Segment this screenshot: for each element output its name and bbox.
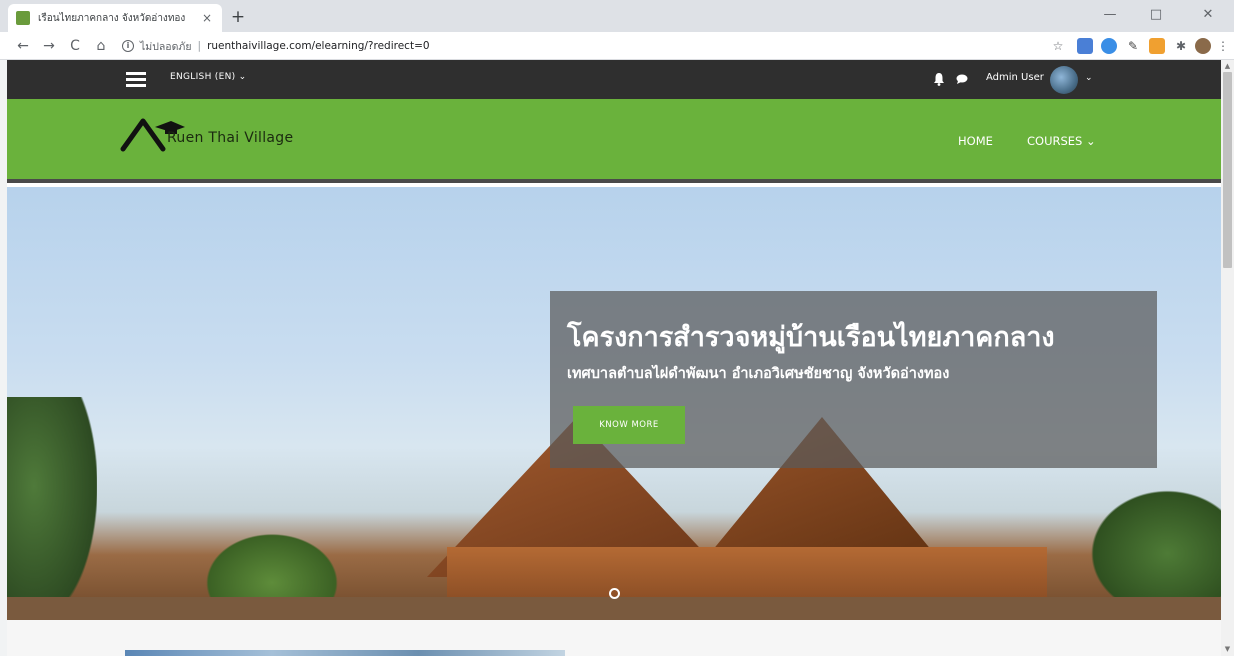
messages-icon[interactable] xyxy=(956,74,968,84)
hero-title: โครงการสำรวจหมู่บ้านเรือนไทยภาคกลาง xyxy=(567,322,1055,353)
bookmark-star-icon[interactable]: ☆ xyxy=(1050,38,1066,54)
site-topbar: ENGLISH (EN) ⌄ Admin User ⌄ xyxy=(7,60,1221,99)
info-icon[interactable]: i xyxy=(122,40,134,52)
browser-menu-icon[interactable]: ⋮ xyxy=(1215,38,1231,54)
browser-tab-strip: เรือนไทยภาคกลาง จังหวัดอ่างทอง × + — □ ✕ xyxy=(0,0,1234,32)
hero-subtitle: เทศบาลตำบลไผ่ดำพัฒนา อำเภอวิเศษชัยชาญ จั… xyxy=(567,366,950,382)
content-image-strip xyxy=(125,650,565,656)
reload-button[interactable]: C xyxy=(64,36,86,56)
know-more-button[interactable]: KNOW MORE xyxy=(573,406,685,444)
maximize-button[interactable]: □ xyxy=(1138,4,1174,26)
url-separator: | xyxy=(197,40,202,52)
window-close-button[interactable]: ✕ xyxy=(1190,4,1226,26)
extensions-puzzle-icon[interactable]: ✱ xyxy=(1173,38,1189,54)
forward-button[interactable]: → xyxy=(38,36,60,56)
hero-carousel: โครงการสำรวจหมู่บ้านเรือนไทยภาคกลาง เทศบ… xyxy=(7,187,1221,620)
profile-avatar-icon[interactable] xyxy=(1195,38,1211,54)
site-header: Ruen Thai Village HOME COURSES ⌄ xyxy=(7,99,1221,183)
url-text[interactable]: ruenthaivillage.com/elearning/?redirect=… xyxy=(207,40,429,52)
user-name[interactable]: Admin User xyxy=(986,72,1044,83)
nav-courses-dropdown[interactable]: COURSES ⌄ xyxy=(1027,134,1096,148)
extension-new-icon[interactable] xyxy=(1149,38,1165,54)
page-scrollbar[interactable]: ▲ ▼ xyxy=(1221,60,1234,656)
tab-title: เรือนไทยภาคกลาง จังหวัดอ่างทอง xyxy=(38,12,186,24)
minimize-button[interactable]: — xyxy=(1092,4,1128,26)
new-tab-button[interactable]: + xyxy=(226,6,250,28)
extension-translate-icon[interactable] xyxy=(1077,38,1093,54)
web-page: ENGLISH (EN) ⌄ Admin User ⌄ Ruen Thai Vi… xyxy=(7,60,1221,656)
browser-toolbar: ← → C ⌂ i ไม่ปลอดภัย | ruenthaivillage.c… xyxy=(0,32,1234,60)
site-name[interactable]: Ruen Thai Village xyxy=(167,130,293,146)
extension-globe-icon[interactable] xyxy=(1101,38,1117,54)
scroll-down-arrow-icon[interactable]: ▼ xyxy=(1224,645,1231,653)
extension-pen-icon[interactable]: ✎ xyxy=(1125,38,1141,54)
notification-bell-icon[interactable] xyxy=(933,72,945,86)
user-menu-chevron-down-icon[interactable]: ⌄ xyxy=(1085,73,1093,83)
scrollbar-thumb[interactable] xyxy=(1223,72,1232,268)
language-selector[interactable]: ENGLISH (EN) ⌄ xyxy=(170,72,246,82)
tab-close-icon[interactable]: × xyxy=(200,11,214,25)
user-avatar[interactable] xyxy=(1050,66,1078,94)
scroll-up-arrow-icon[interactable]: ▲ xyxy=(1224,62,1231,70)
home-button[interactable]: ⌂ xyxy=(90,36,112,56)
security-label: ไม่ปลอดภัย xyxy=(140,40,192,53)
hamburger-menu-icon[interactable] xyxy=(126,72,146,87)
browser-tab[interactable]: เรือนไทยภาคกลาง จังหวัดอ่างทอง × xyxy=(8,4,222,32)
nav-home-link[interactable]: HOME xyxy=(958,134,993,148)
hero-image-ground xyxy=(7,597,1221,620)
content-section xyxy=(7,620,1221,656)
hero-caption-box: โครงการสำรวจหมู่บ้านเรือนไทยภาคกลาง เทศบ… xyxy=(550,291,1157,468)
carousel-indicator-dot[interactable] xyxy=(609,588,620,599)
address-bar[interactable]: i ไม่ปลอดภัย | ruenthaivillage.com/elear… xyxy=(118,35,1038,57)
site-favicon-icon xyxy=(16,11,30,25)
back-button[interactable]: ← xyxy=(12,36,34,56)
hero-image-tree-left xyxy=(7,397,97,620)
